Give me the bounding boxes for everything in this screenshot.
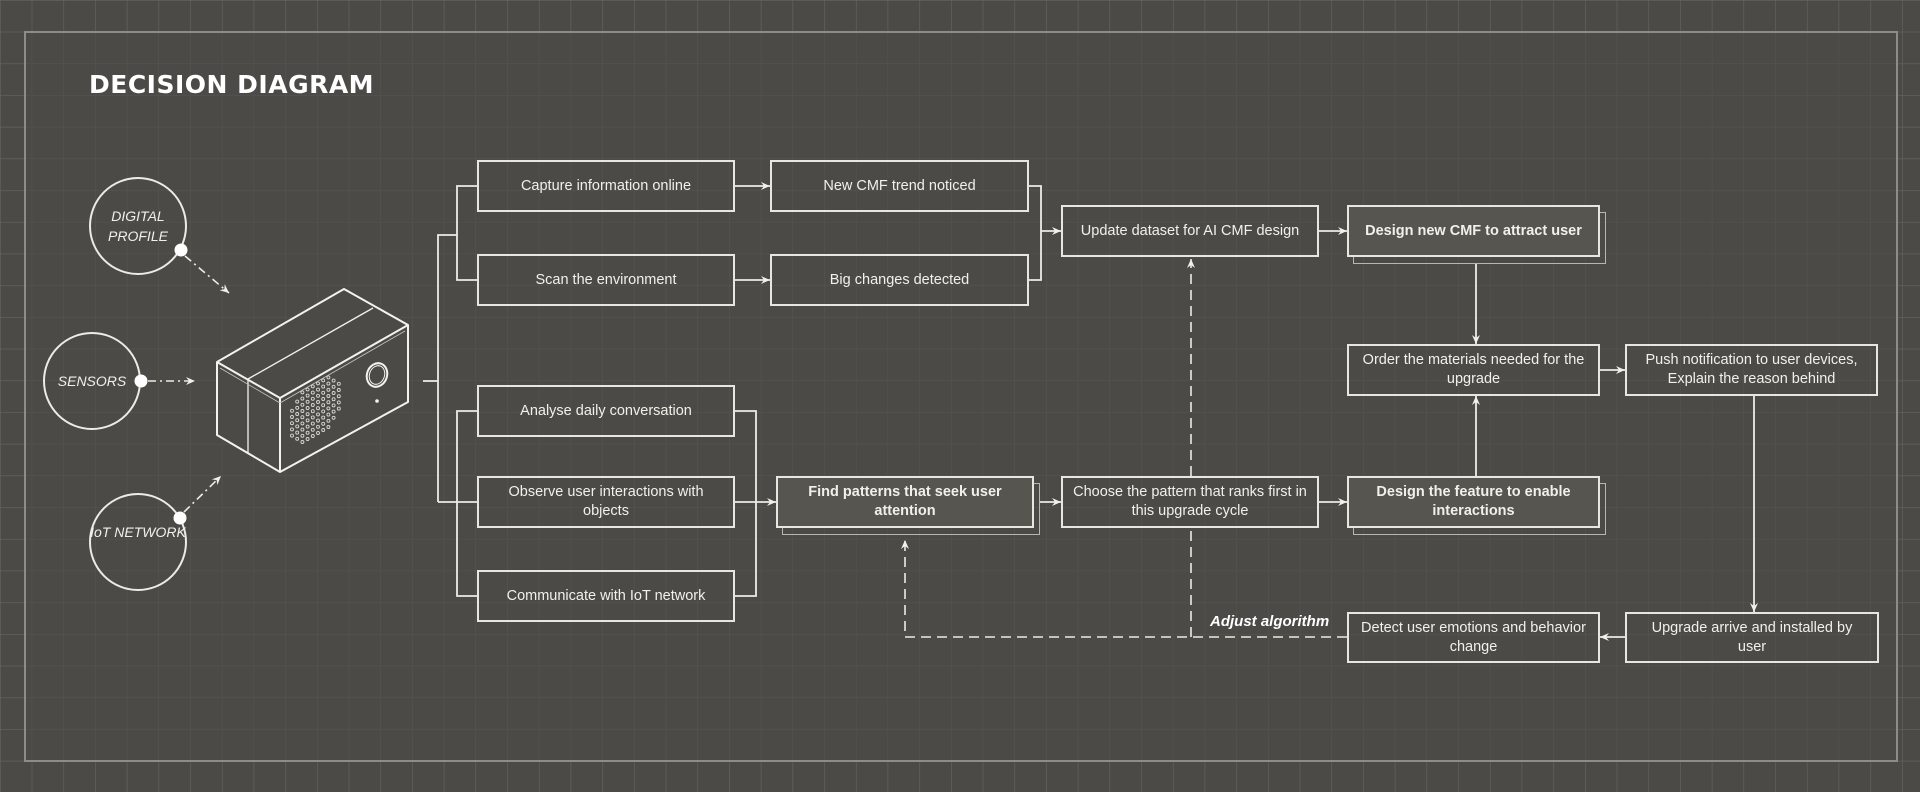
node-communicate-iot: Communicate with IoT network <box>477 570 735 622</box>
adjust-algorithm-label: Adjust algorithm <box>1210 613 1330 630</box>
node-new-cmf-trend: New CMF trend noticed <box>770 160 1029 212</box>
node-observe-interactions: Observe user interactions with objects <box>477 476 735 528</box>
node-design-feature: Design the feature to enable interaction… <box>1347 476 1600 528</box>
iot-network-label: IoT NETWORK <box>90 524 186 540</box>
node-upgrade-arrive: Upgrade arrive and installed by user <box>1625 612 1879 663</box>
node-detect-emotions: Detect user emotions and behavior change <box>1347 612 1600 663</box>
node-capture-information: Capture information online <box>477 160 735 212</box>
sensors-label: SENSORS <box>57 373 127 389</box>
node-analyse-conversation: Analyse daily conversation <box>477 385 735 437</box>
node-update-dataset: Update dataset for AI CMF design <box>1061 205 1319 257</box>
node-scan-environment: Scan the environment <box>477 254 735 306</box>
node-find-patterns: Find patterns that seek user attention <box>776 476 1034 528</box>
node-big-changes: Big changes detected <box>770 254 1029 306</box>
diagram-canvas <box>0 0 1920 792</box>
node-design-new-cmf: Design new CMF to attract user <box>1347 205 1600 257</box>
node-order-materials: Order the materials needed for the upgra… <box>1347 344 1600 396</box>
node-choose-pattern: Choose the pattern that ranks first in t… <box>1061 476 1319 528</box>
page-title: DECISION DIAGRAM <box>89 70 375 99</box>
digital-profile-label: DIGITAL PROFILE <box>108 208 168 244</box>
node-push-notification: Push notification to user devices, Expla… <box>1625 344 1878 396</box>
